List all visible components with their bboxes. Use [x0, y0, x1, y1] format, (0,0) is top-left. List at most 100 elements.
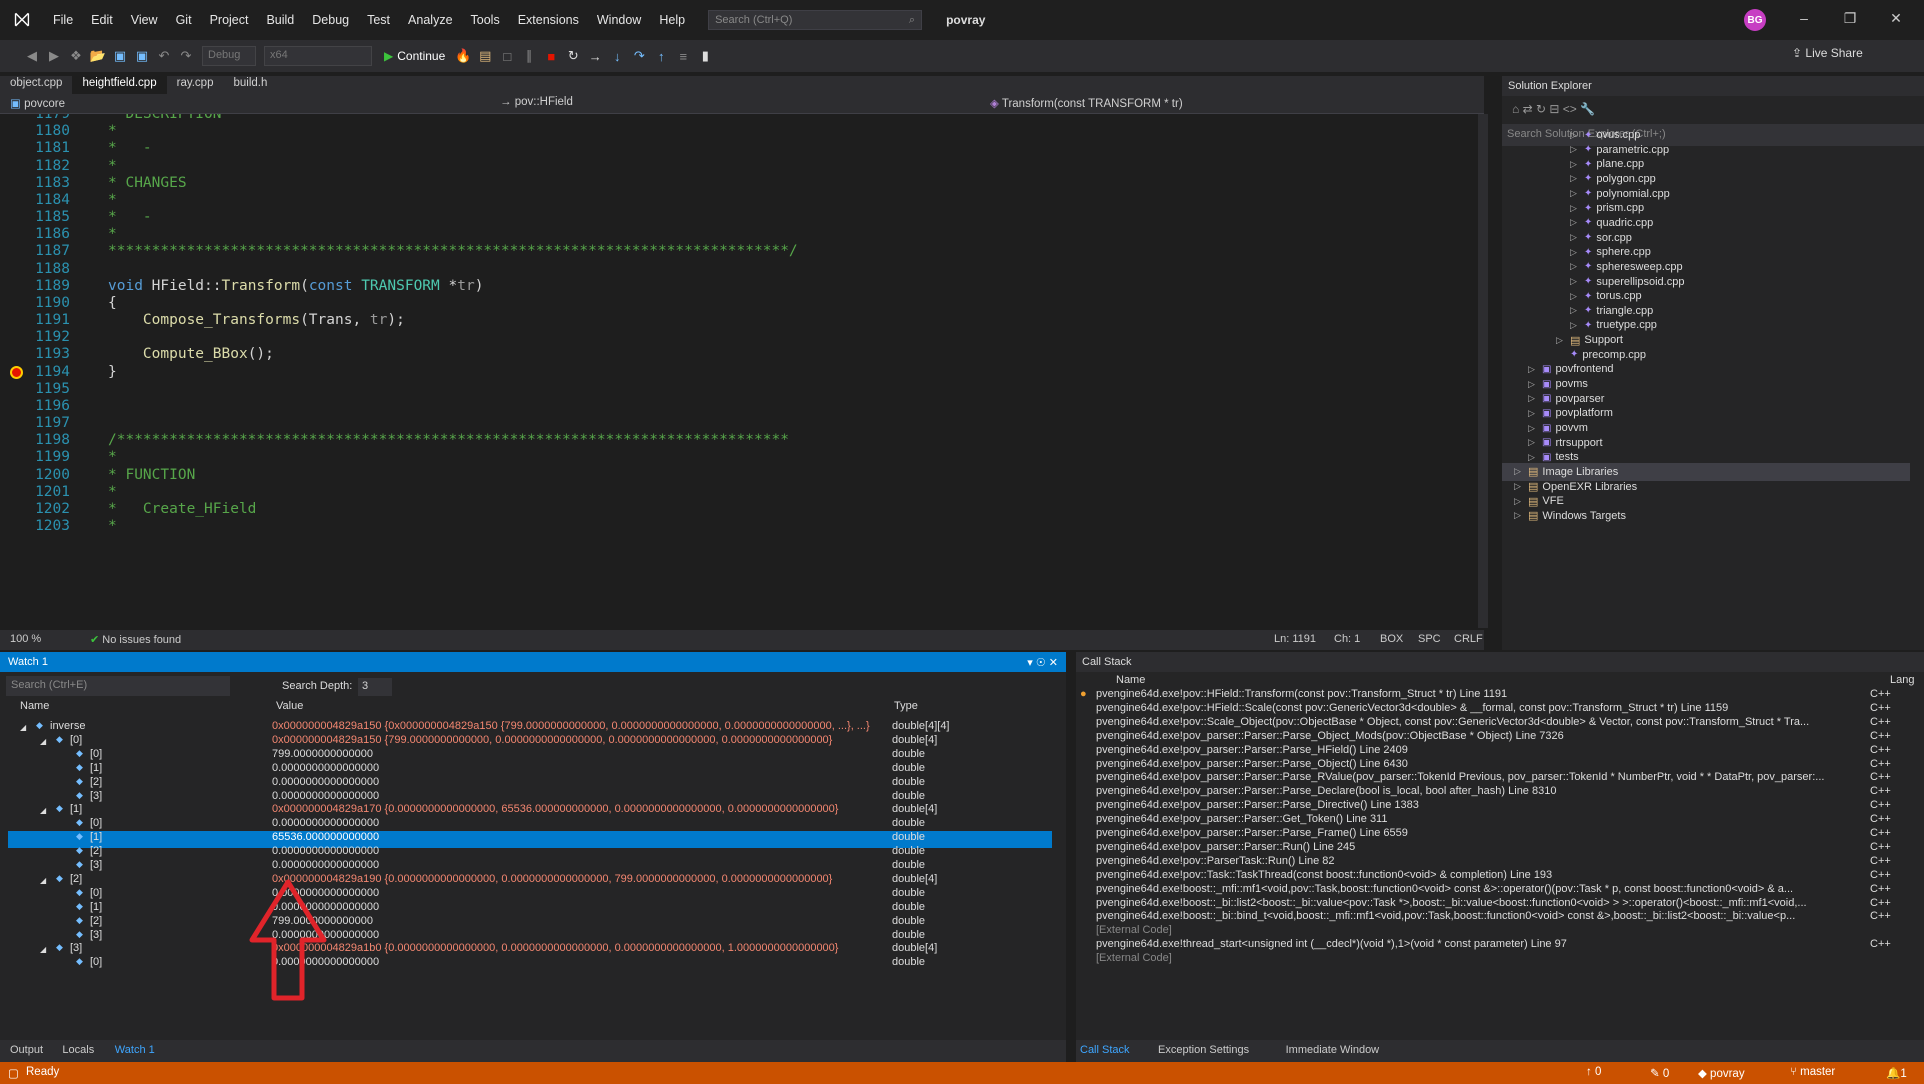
expand-arrow-icon[interactable]: ▷: [1570, 305, 1580, 316]
expand-arrow-icon[interactable]: ▷: [1570, 130, 1580, 141]
expand-arrow-icon[interactable]: ▷: [1570, 291, 1580, 302]
collapse-all-icon[interactable]: ⊟: [1549, 102, 1562, 116]
bottom-tab-call-stack[interactable]: Call Stack: [1080, 1044, 1130, 1056]
menu-debug[interactable]: Debug: [303, 13, 358, 27]
bottom-tab-watch-1[interactable]: Watch 1: [115, 1044, 155, 1056]
step-out-icon[interactable]: ↑: [651, 46, 671, 66]
watch-value[interactable]: 0.0000000000000000: [272, 956, 890, 968]
watch-value[interactable]: 0.0000000000000000: [272, 776, 890, 788]
watch-search[interactable]: Search (Ctrl+E): [6, 676, 230, 696]
expand-arrow-icon[interactable]: ▷: [1556, 335, 1566, 346]
menu-help[interactable]: Help: [650, 13, 694, 27]
menu-test[interactable]: Test: [358, 13, 399, 27]
tab-object-cpp[interactable]: object.cpp: [0, 76, 72, 94]
bottom-tab-immediate-window[interactable]: Immediate Window: [1286, 1044, 1380, 1056]
menu-git[interactable]: Git: [167, 13, 201, 27]
expand-arrow-icon[interactable]: ▷: [1570, 173, 1580, 184]
issues-status[interactable]: ✔ No issues found: [90, 633, 181, 646]
expand-arrow-icon[interactable]: ▷: [1514, 466, 1524, 477]
menu-tools[interactable]: Tools: [462, 13, 509, 27]
watch-value[interactable]: 0.0000000000000000: [272, 845, 890, 857]
push-count[interactable]: ↑ 0: [1586, 1066, 1601, 1078]
expand-arrow-icon[interactable]: ▷: [1570, 144, 1580, 155]
hex-display-icon[interactable]: ≡: [673, 46, 693, 66]
minimize-icon[interactable]: –: [1794, 10, 1814, 30]
watch-row[interactable]: ◆ [0] 0.0000000000000000 double: [8, 956, 1052, 973]
screenshot-icon[interactable]: □: [497, 46, 517, 66]
expand-arrow-icon[interactable]: ▷: [1570, 159, 1580, 170]
pane-controls-icon[interactable]: ▾ ☉ ✕: [1027, 656, 1058, 669]
search-box[interactable]: Search (Ctrl+Q) ⌕: [708, 10, 923, 30]
new-project-icon[interactable]: ❖: [66, 46, 86, 66]
forward-icon[interactable]: ▶: [44, 46, 64, 66]
notifications[interactable]: 🔔1: [1886, 1066, 1907, 1080]
menu-build[interactable]: Build: [257, 13, 303, 27]
expand-arrow-icon[interactable]: ▷: [1528, 437, 1538, 448]
properties-icon[interactable]: 🔧: [1580, 102, 1595, 116]
home-icon[interactable]: ⌂: [1512, 102, 1523, 116]
expand-arrow-icon[interactable]: ▷: [1570, 247, 1580, 258]
show-next-statement-icon[interactable]: →: [585, 46, 605, 66]
expand-arrow-icon[interactable]: ▷: [1528, 408, 1538, 419]
selection-mode[interactable]: BOX: [1380, 633, 1403, 645]
save-icon[interactable]: ▣: [110, 46, 130, 66]
watch-value[interactable]: 0.0000000000000000: [272, 929, 890, 941]
search-depth-dropdown[interactable]: 3: [358, 678, 392, 696]
collapse-arrow-icon[interactable]: ◢: [40, 737, 46, 746]
refresh-icon[interactable]: ↻: [1536, 102, 1549, 116]
watch-value[interactable]: 0x000000004829a150 {799.0000000000000, 0…: [272, 734, 890, 746]
collapse-arrow-icon[interactable]: ◢: [40, 806, 46, 815]
menu-view[interactable]: View: [122, 13, 167, 27]
expand-arrow-icon[interactable]: ▷: [1528, 379, 1538, 390]
watch-value[interactable]: 0.0000000000000000: [272, 859, 890, 871]
expand-arrow-icon[interactable]: ▷: [1514, 510, 1524, 521]
expand-arrow-icon[interactable]: ▷: [1570, 276, 1580, 287]
watch-value[interactable]: 799.0000000000000: [272, 915, 890, 927]
menu-window[interactable]: Window: [588, 13, 650, 27]
watch-value[interactable]: 0.0000000000000000: [272, 887, 890, 899]
stop-icon[interactable]: ■: [541, 46, 561, 66]
line-endings[interactable]: CRLF: [1454, 633, 1483, 645]
restore-icon[interactable]: ❐: [1840, 10, 1860, 30]
project-dropdown[interactable]: ▣ povcore: [10, 96, 65, 110]
menu-analyze[interactable]: Analyze: [399, 13, 461, 27]
watch-value[interactable]: 0.0000000000000000: [272, 762, 890, 774]
restart-icon[interactable]: ↻: [563, 46, 583, 66]
zoom-level[interactable]: 100 %: [10, 633, 41, 645]
watch-value[interactable]: 0x000000004829a170 {0.0000000000000000, …: [272, 803, 890, 815]
scope-dropdown[interactable]: → pov::HField: [500, 96, 573, 108]
expand-arrow-icon[interactable]: ▷: [1528, 393, 1538, 404]
watch-value[interactable]: 0x000000004829a150 {0x000000004829a150 {…: [272, 720, 890, 732]
watch-header-type[interactable]: Type: [894, 700, 918, 716]
menu-file[interactable]: File: [44, 13, 82, 27]
expand-arrow-icon[interactable]: ▷: [1514, 481, 1524, 492]
bottom-tab-locals[interactable]: Locals: [62, 1044, 94, 1056]
call-stack-header-lang[interactable]: Lang: [1890, 674, 1914, 686]
solution-item-windows-targets[interactable]: ▷ ▤ Windows Targets: [1514, 507, 1626, 525]
whitespace-mode[interactable]: SPC: [1418, 633, 1441, 645]
branch-selector[interactable]: ⑂ master: [1790, 1066, 1835, 1078]
live-share-button[interactable]: ⇪ Live Share: [1792, 46, 1863, 60]
platform-dropdown[interactable]: x64: [264, 46, 372, 66]
bookmark-icon[interactable]: ▮: [695, 46, 715, 66]
step-into-icon[interactable]: ↓: [607, 46, 627, 66]
collapse-arrow-icon[interactable]: ◢: [40, 876, 46, 885]
member-dropdown[interactable]: ◈ Transform(const TRANSFORM * tr): [990, 96, 1183, 110]
repository-selector[interactable]: ◆ povray: [1698, 1066, 1745, 1080]
pause-icon[interactable]: ∥: [519, 46, 539, 66]
code-editor[interactable]: 1179 * DESCRIPTION 1180 * 1181 * - 1182 * 1183 * …: [0, 114, 1484, 628]
watch-value[interactable]: 0.0000000000000000: [272, 901, 890, 913]
solution-explorer-search[interactable]: Search Solution Explorer (Ctrl+;): [1502, 124, 1924, 146]
collapse-arrow-icon[interactable]: ◢: [20, 723, 26, 732]
back-icon[interactable]: ◀: [22, 46, 42, 66]
expand-arrow-icon[interactable]: ▷: [1570, 320, 1580, 331]
watch-value[interactable]: 0x000000004829a190 {0.0000000000000000, …: [272, 873, 890, 885]
code-line[interactable]: 1203 *: [0, 518, 1470, 539]
tab-heightfield-cpp[interactable]: heightfield.cpp: [72, 76, 167, 94]
watch-value[interactable]: 799.0000000000000: [272, 748, 890, 760]
bottom-tab-output[interactable]: Output: [10, 1044, 43, 1056]
code-icon[interactable]: <>: [1563, 102, 1580, 116]
sync-icon[interactable]: ⇄: [1523, 102, 1536, 116]
redo-icon[interactable]: ↷: [176, 46, 196, 66]
menu-project[interactable]: Project: [201, 13, 258, 27]
